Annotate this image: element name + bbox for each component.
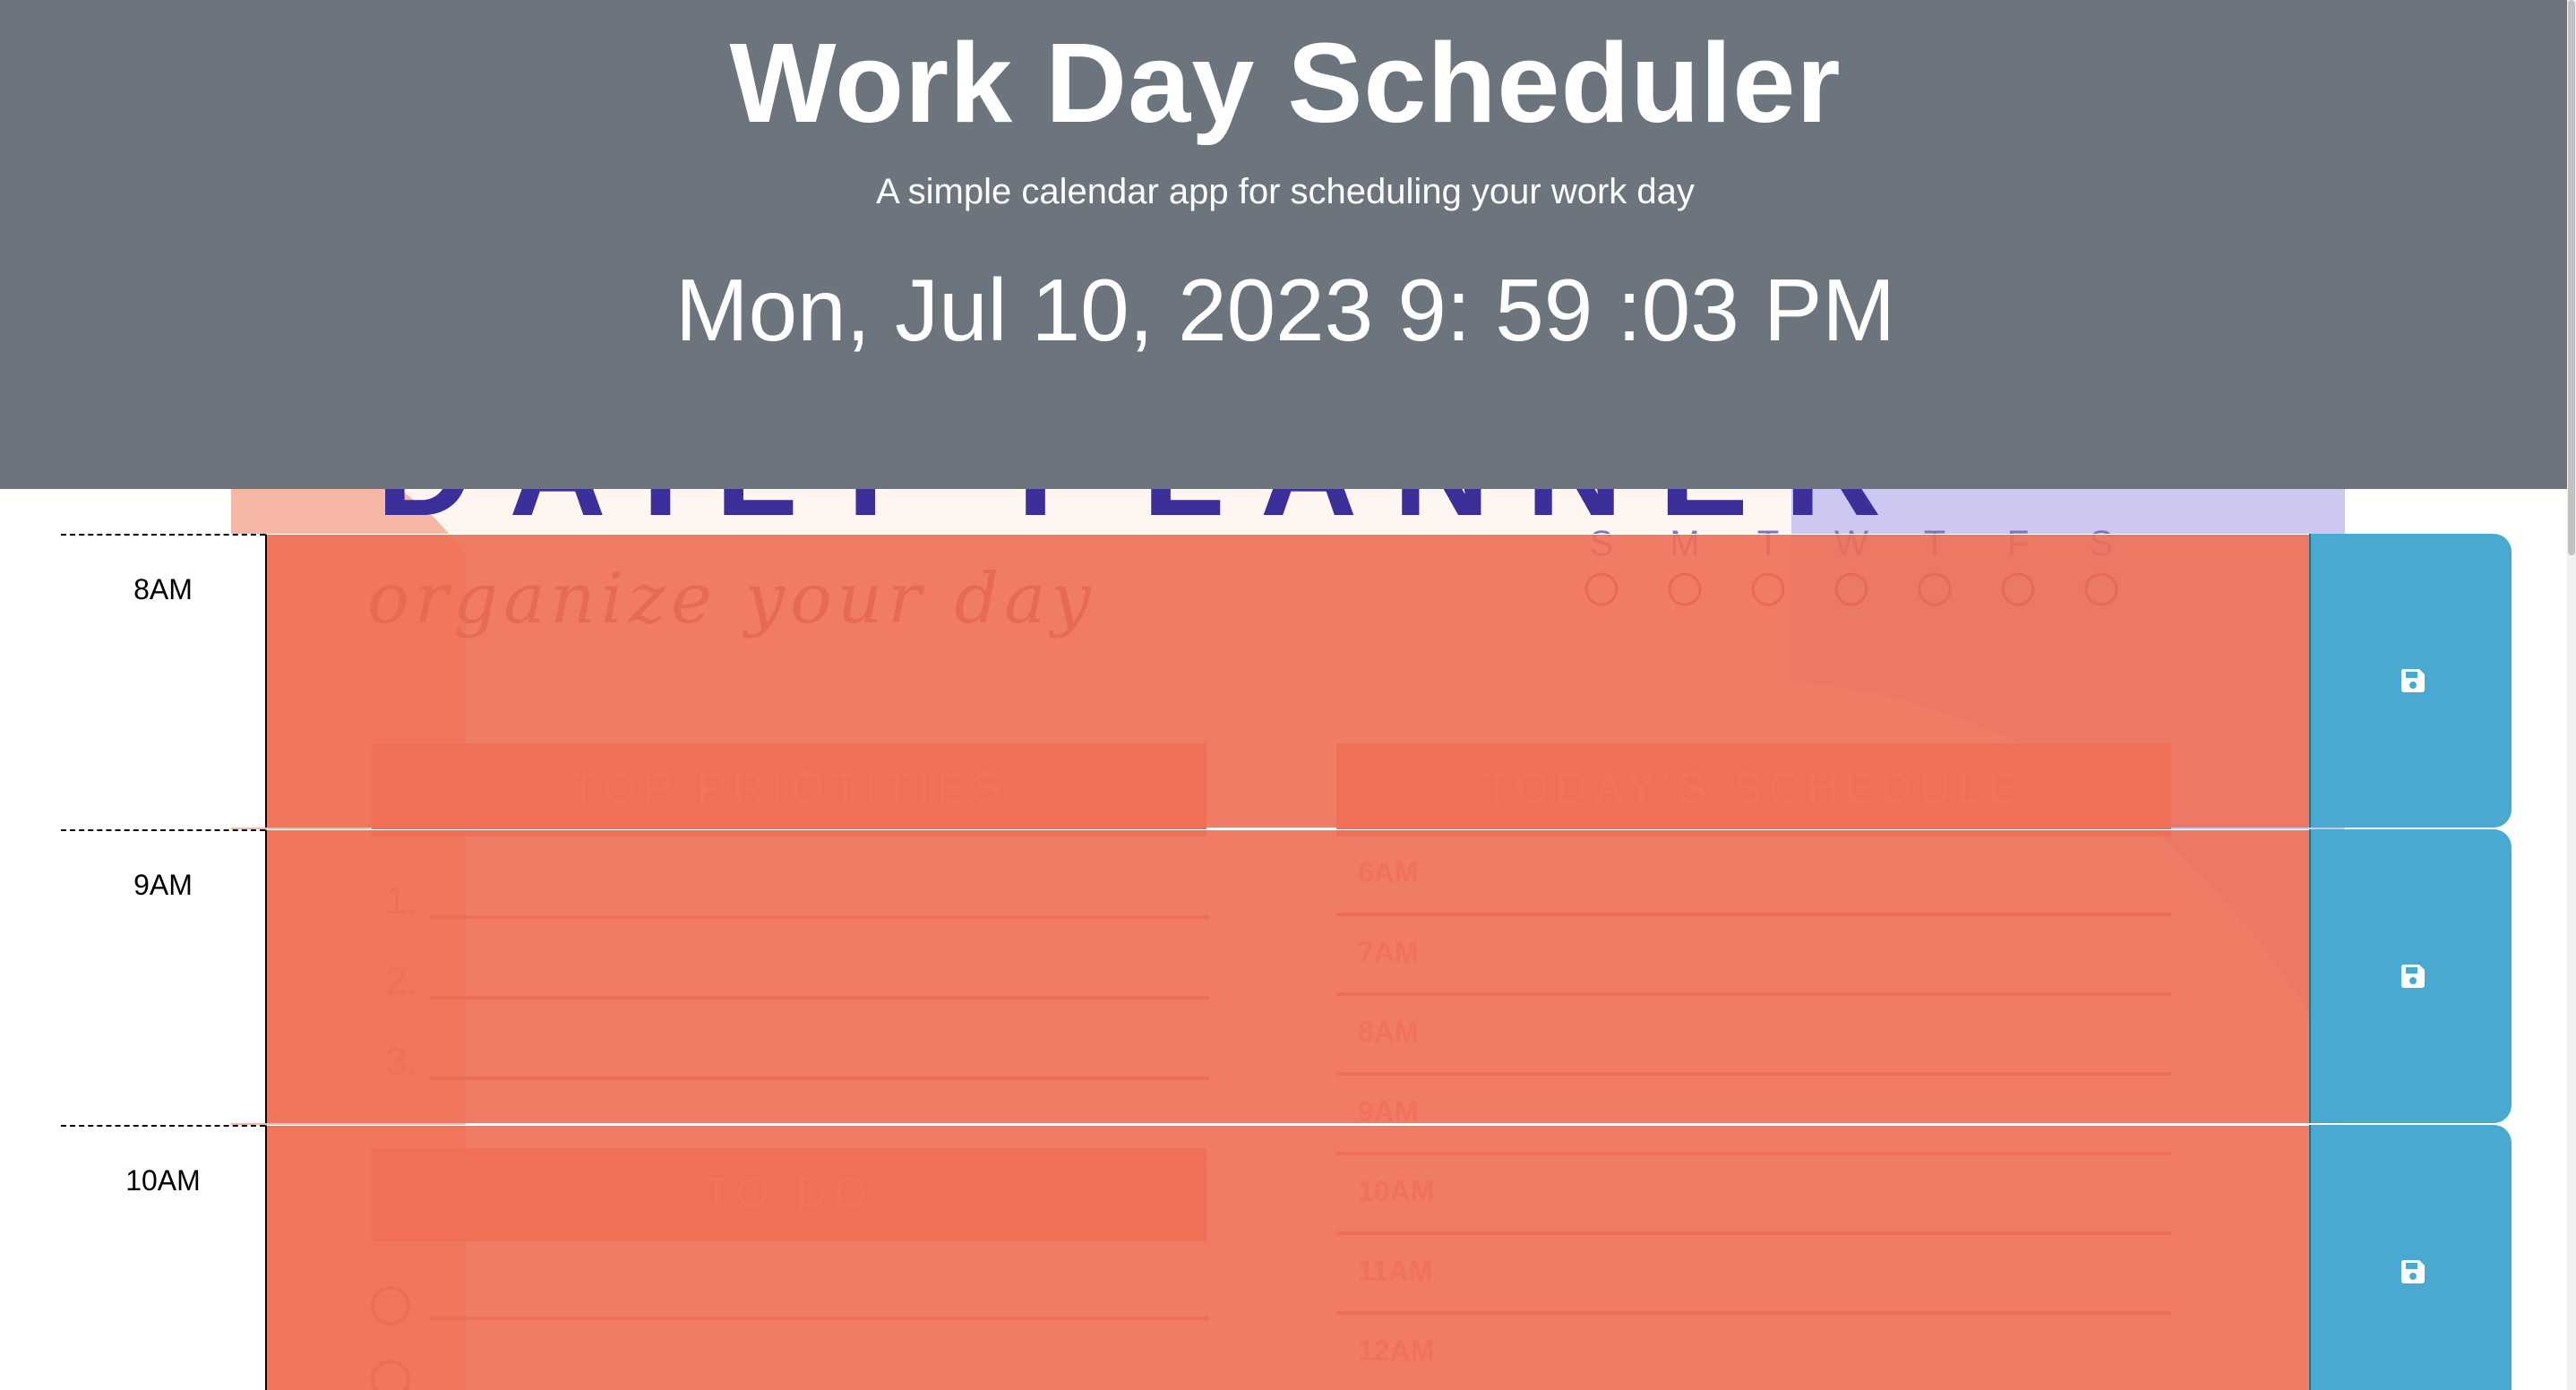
- floppy-disk-icon: [2400, 669, 2425, 692]
- floppy-disk-icon: [2400, 965, 2425, 988]
- event-description-input[interactable]: [265, 829, 2309, 1123]
- save-button[interactable]: [2309, 534, 2512, 828]
- event-description-input[interactable]: [265, 1125, 2309, 1390]
- current-datetime: Mon, Jul 10, 2023 9: 59 :03 PM: [675, 261, 1895, 359]
- header: Work Day Scheduler A simple calendar app…: [0, 0, 2571, 489]
- page-scrollbar[interactable]: [2567, 0, 2576, 1390]
- time-block-row: 9AM: [0, 829, 2571, 1125]
- hour-label: 10AM: [61, 1125, 265, 1390]
- save-button[interactable]: [2309, 829, 2512, 1123]
- page-subtitle: A simple calendar app for scheduling you…: [876, 172, 1695, 211]
- page-title: Work Day Scheduler: [729, 20, 1842, 146]
- save-button[interactable]: [2309, 1125, 2512, 1390]
- page: DAILY PLANNERorganize your daySMTWTFSTOP…: [0, 0, 2576, 1390]
- hour-label: 9AM: [61, 829, 265, 1123]
- time-block-row: 8AM: [0, 534, 2571, 829]
- hour-label: 8AM: [61, 534, 265, 828]
- floppy-disk-icon: [2400, 1260, 2425, 1283]
- time-block-row: 10AM: [0, 1125, 2571, 1390]
- event-description-input[interactable]: [265, 534, 2309, 828]
- scrollbar-thumb[interactable]: [2568, 0, 2575, 555]
